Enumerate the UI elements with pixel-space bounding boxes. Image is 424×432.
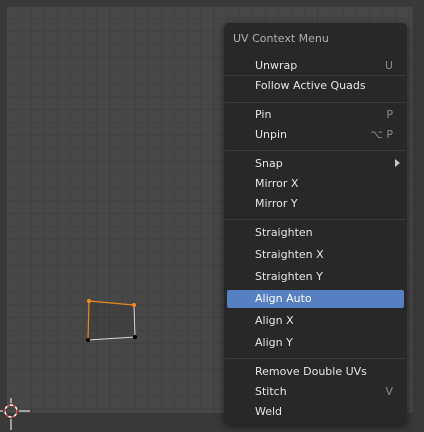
menu-separator <box>225 219 406 220</box>
menu-item-label: Remove Double UVs <box>255 365 367 378</box>
menu-item-pin[interactable]: Pin P <box>227 106 404 124</box>
menu-item-shortcut: V <box>385 385 393 398</box>
menu-item-label: Follow Active Quads <box>255 79 366 92</box>
menu-item-align-y[interactable]: Align Y <box>227 334 404 352</box>
menu-item-label: Stitch <box>255 385 287 398</box>
menu-item-align-x[interactable]: Align X <box>227 312 404 330</box>
menu-item-label: Unpin <box>255 128 288 141</box>
menu-item-label: Snap <box>255 157 283 170</box>
menu-item-label: Straighten <box>255 226 313 239</box>
menu-item-label: Straighten Y <box>255 270 323 283</box>
menu-item-unwrap[interactable]: Unwrap U <box>227 57 404 75</box>
menu-item-remove-double-uvs[interactable]: Remove Double UVs <box>227 363 404 381</box>
menu-item-shortcut: ⌥ P <box>370 128 393 141</box>
menu-item-unpin[interactable]: Unpin ⌥ P <box>227 126 404 144</box>
menu-item-label: Unwrap <box>255 59 298 72</box>
menu-item-label: Align Auto <box>255 292 312 305</box>
menu-item-follow-active-quads[interactable]: Follow Active Quads <box>227 77 404 95</box>
menu-item-straighten[interactable]: Straighten <box>227 224 404 242</box>
menu-item-mirror-x[interactable]: Mirror X <box>227 175 404 193</box>
menu-item-mirror-y[interactable]: Mirror Y <box>227 195 404 213</box>
menu-item-stitch[interactable]: Stitch V <box>227 383 404 401</box>
menu-title: UV Context Menu <box>233 32 329 45</box>
menu-item-weld[interactable]: Weld <box>227 403 404 421</box>
menu-item-straighten-y[interactable]: Straighten Y <box>227 268 404 286</box>
menu-item-label: Align Y <box>255 336 293 349</box>
submenu-arrow-icon <box>395 159 400 167</box>
menu-item-align-auto[interactable]: Align Auto <box>227 290 404 308</box>
menu-separator <box>225 358 406 359</box>
menu-item-label: Weld <box>255 405 283 418</box>
menu-item-label: Straighten X <box>255 248 324 261</box>
menu-separator <box>225 150 406 151</box>
menu-item-label: Mirror Y <box>255 197 298 210</box>
uv-context-menu[interactable]: UV Context Menu Unwrap U Follow Active Q… <box>224 23 407 424</box>
menu-separator <box>225 75 406 76</box>
menu-item-shortcut: P <box>386 108 393 121</box>
menu-item-label: Align X <box>255 314 294 327</box>
menu-item-label: Mirror X <box>255 177 299 190</box>
menu-separator <box>225 102 406 103</box>
menu-item-shortcut: U <box>384 59 393 72</box>
menu-item-snap[interactable]: Snap <box>227 155 404 173</box>
menu-item-straighten-x[interactable]: Straighten X <box>227 246 404 264</box>
menu-item-label: Pin <box>255 108 272 121</box>
